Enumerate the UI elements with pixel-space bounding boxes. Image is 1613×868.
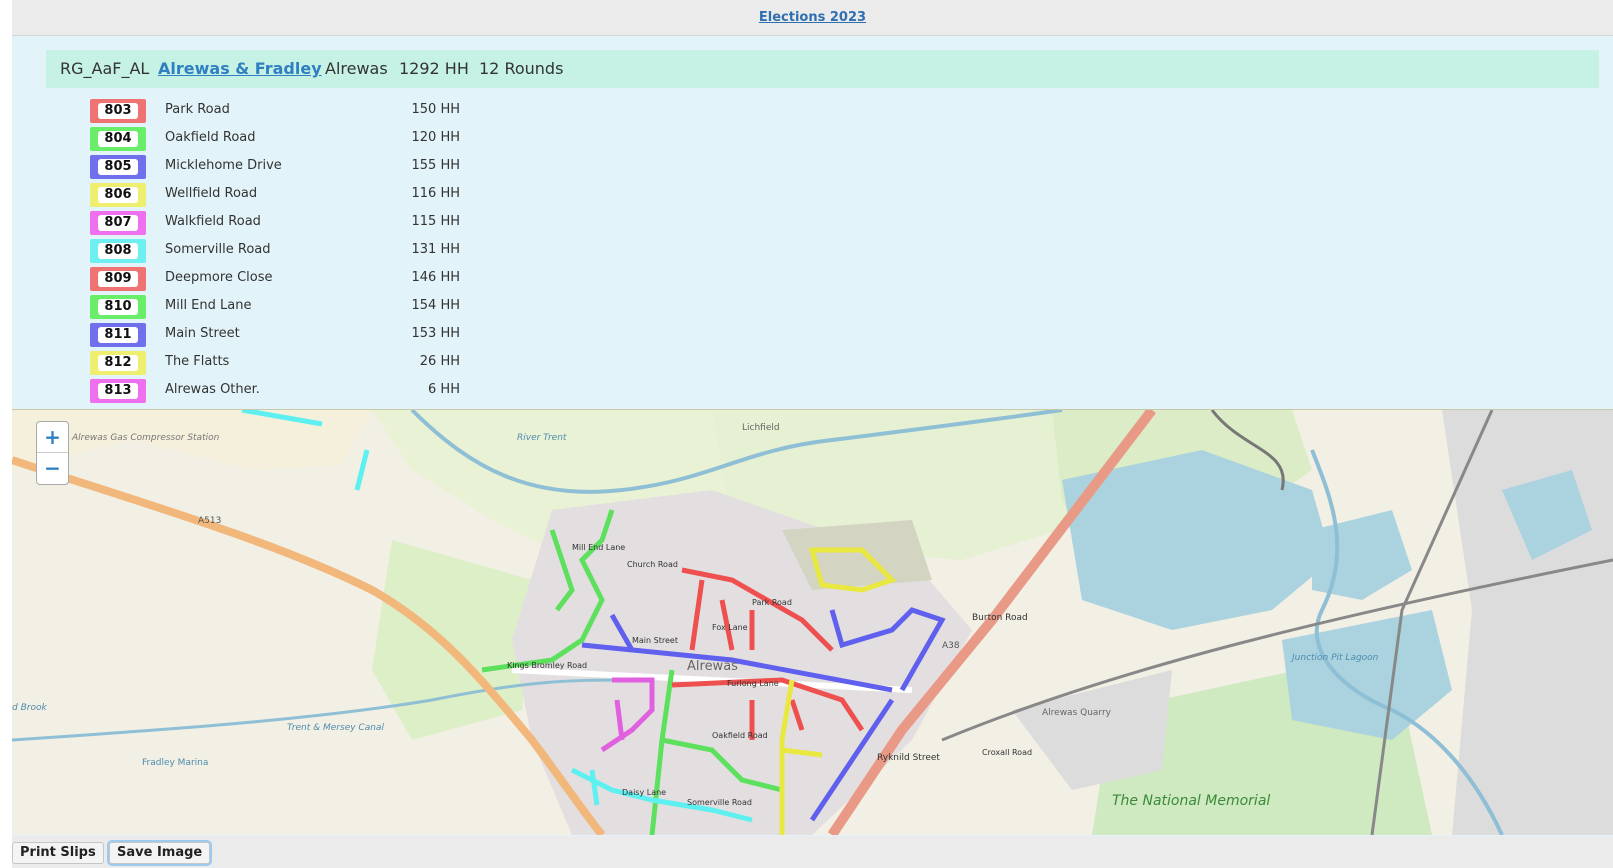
round-row: 808 Somerville Road 131 HH	[90, 239, 460, 266]
round-chip: 808	[90, 239, 146, 263]
round-households: 131 HH	[411, 242, 461, 257]
top-bar: Elections 2023	[12, 0, 1613, 36]
map-label-canal: Trent & Mersey Canal	[287, 723, 384, 733]
map-label-croxall-road: Croxall Road	[982, 748, 1032, 757]
map-label-church-road: Church Road	[627, 560, 678, 569]
round-chip: 810	[90, 295, 146, 319]
round-row: 805 Micklehome Drive 155 HH	[90, 155, 460, 182]
map-label-park-road: Park Road	[752, 598, 792, 607]
map-label-fradley-marina: Fradley Marina	[142, 758, 208, 768]
round-number[interactable]: 804	[98, 131, 138, 147]
round-chip: 806	[90, 183, 146, 207]
map-label-oakfield-road: Oakfield Road	[712, 731, 768, 740]
round-households: 6 HH	[428, 382, 460, 397]
round-chip: 804	[90, 127, 146, 151]
round-households: 26 HH	[419, 354, 460, 369]
map-zoom-control: + −	[36, 421, 69, 485]
round-households: 150 HH	[411, 102, 461, 117]
round-street: Mill End Lane	[165, 298, 252, 313]
round-chip: 803	[90, 99, 146, 123]
map-view[interactable]: Alrewas Alrewas Gas Compressor Station A…	[12, 409, 1613, 835]
map-label-furlong-lane: Furlong Lane	[727, 679, 779, 688]
round-number[interactable]: 807	[98, 215, 138, 231]
round-number[interactable]: 810	[98, 299, 138, 315]
round-street: Micklehome Drive	[165, 158, 282, 173]
round-households: 115 HH	[411, 214, 461, 229]
zoom-in-button[interactable]: +	[37, 422, 68, 453]
bottom-toolbar: Print Slips Save Image	[12, 836, 1613, 868]
round-number[interactable]: 803	[98, 103, 138, 119]
map-label-mill-end-lane: Mill End Lane	[572, 543, 625, 552]
map-label-somerville-road: Somerville Road	[687, 798, 752, 807]
elections-link[interactable]: Elections 2023	[12, 10, 1613, 25]
round-chip: 811	[90, 323, 146, 347]
round-street: Park Road	[165, 102, 230, 117]
round-households: 154 HH	[411, 298, 461, 313]
round-row: 809 Deepmore Close 146 HH	[90, 267, 460, 294]
round-number[interactable]: 812	[98, 355, 138, 371]
ward-code: RG_AaF_AL	[60, 59, 150, 78]
round-households: 146 HH	[411, 270, 461, 285]
round-row: 813 Alrewas Other. 6 HH	[90, 379, 460, 406]
household-count: 1292 HH	[399, 59, 469, 78]
map-label-fox-lane: Fox Lane	[712, 623, 748, 632]
round-row: 810 Mill End Lane 154 HH	[90, 295, 460, 322]
round-row: 812 The Flatts 26 HH	[90, 351, 460, 378]
print-slips-button[interactable]: Print Slips	[12, 842, 104, 864]
round-number[interactable]: 808	[98, 243, 138, 259]
round-chip: 805	[90, 155, 146, 179]
map-label-a38: A38	[942, 641, 960, 651]
map-label-a513: A513	[198, 516, 221, 526]
zoom-out-button[interactable]: −	[37, 453, 68, 483]
map-label-daisy-lane: Daisy Lane	[622, 788, 666, 797]
round-street: Wellfield Road	[165, 186, 258, 201]
round-row: 804 Oakfield Road 120 HH	[90, 127, 460, 154]
round-households: 116 HH	[411, 186, 461, 201]
map-label-river-trent: River Trent	[517, 433, 567, 443]
round-number[interactable]: 813	[98, 383, 138, 399]
round-row: 803 Park Road 150 HH	[90, 99, 460, 126]
map-label-brook: d Brook	[12, 703, 47, 713]
map-label-alrewas-quarry: Alrewas Quarry	[1042, 708, 1112, 718]
round-households: 153 HH	[411, 326, 461, 341]
round-chip: 809	[90, 267, 146, 291]
round-street: Deepmore Close	[165, 270, 273, 285]
round-number[interactable]: 811	[98, 327, 138, 343]
round-street: The Flatts	[165, 354, 230, 369]
round-row: 807 Walkfield Road 115 HH	[90, 211, 460, 238]
round-street: Oakfield Road	[165, 130, 256, 145]
round-street: Alrewas Other.	[165, 382, 260, 397]
round-row: 811 Main Street 153 HH	[90, 323, 460, 350]
save-image-button[interactable]: Save Image	[109, 842, 211, 864]
round-street: Walkfield Road	[165, 214, 261, 229]
round-number[interactable]: 809	[98, 271, 138, 287]
map-label-ryknild-street: Ryknild Street	[877, 753, 940, 763]
map-label-gas-station: Alrewas Gas Compressor Station	[71, 433, 220, 443]
round-households: 120 HH	[411, 130, 461, 145]
map-label-alrewas: Alrewas	[687, 659, 738, 674]
round-number[interactable]: 805	[98, 159, 138, 175]
ward-header: RG_AaF_AL Alrewas & Fradley Alrewas 1292…	[46, 50, 1599, 88]
round-street: Somerville Road	[165, 242, 271, 257]
round-chip: 807	[90, 211, 146, 235]
ward-link[interactable]: Alrewas & Fradley	[158, 59, 322, 78]
round-chip: 813	[90, 379, 146, 403]
map-label-lichfield: Lichfield	[742, 423, 780, 433]
round-row: 806 Wellfield Road 116 HH	[90, 183, 460, 210]
round-street: Main Street	[165, 326, 240, 341]
round-households: 155 HH	[411, 158, 461, 173]
map-label-burton-road: Burton Road	[972, 613, 1028, 623]
map-label-national-memorial: The National Memorial	[1112, 793, 1270, 809]
round-number[interactable]: 806	[98, 187, 138, 203]
map-canvas[interactable]: Alrewas Alrewas Gas Compressor Station A…	[12, 410, 1613, 835]
round-chip: 812	[90, 351, 146, 375]
map-label-junction-pit: Junction Pit Lagoon	[1290, 653, 1379, 663]
round-count: 12 Rounds	[479, 59, 564, 78]
map-label-kings-bromley-road: Kings Bromley Road	[507, 661, 587, 670]
map-label-main-street: Main Street	[632, 636, 678, 645]
place-name: Alrewas	[325, 59, 388, 78]
